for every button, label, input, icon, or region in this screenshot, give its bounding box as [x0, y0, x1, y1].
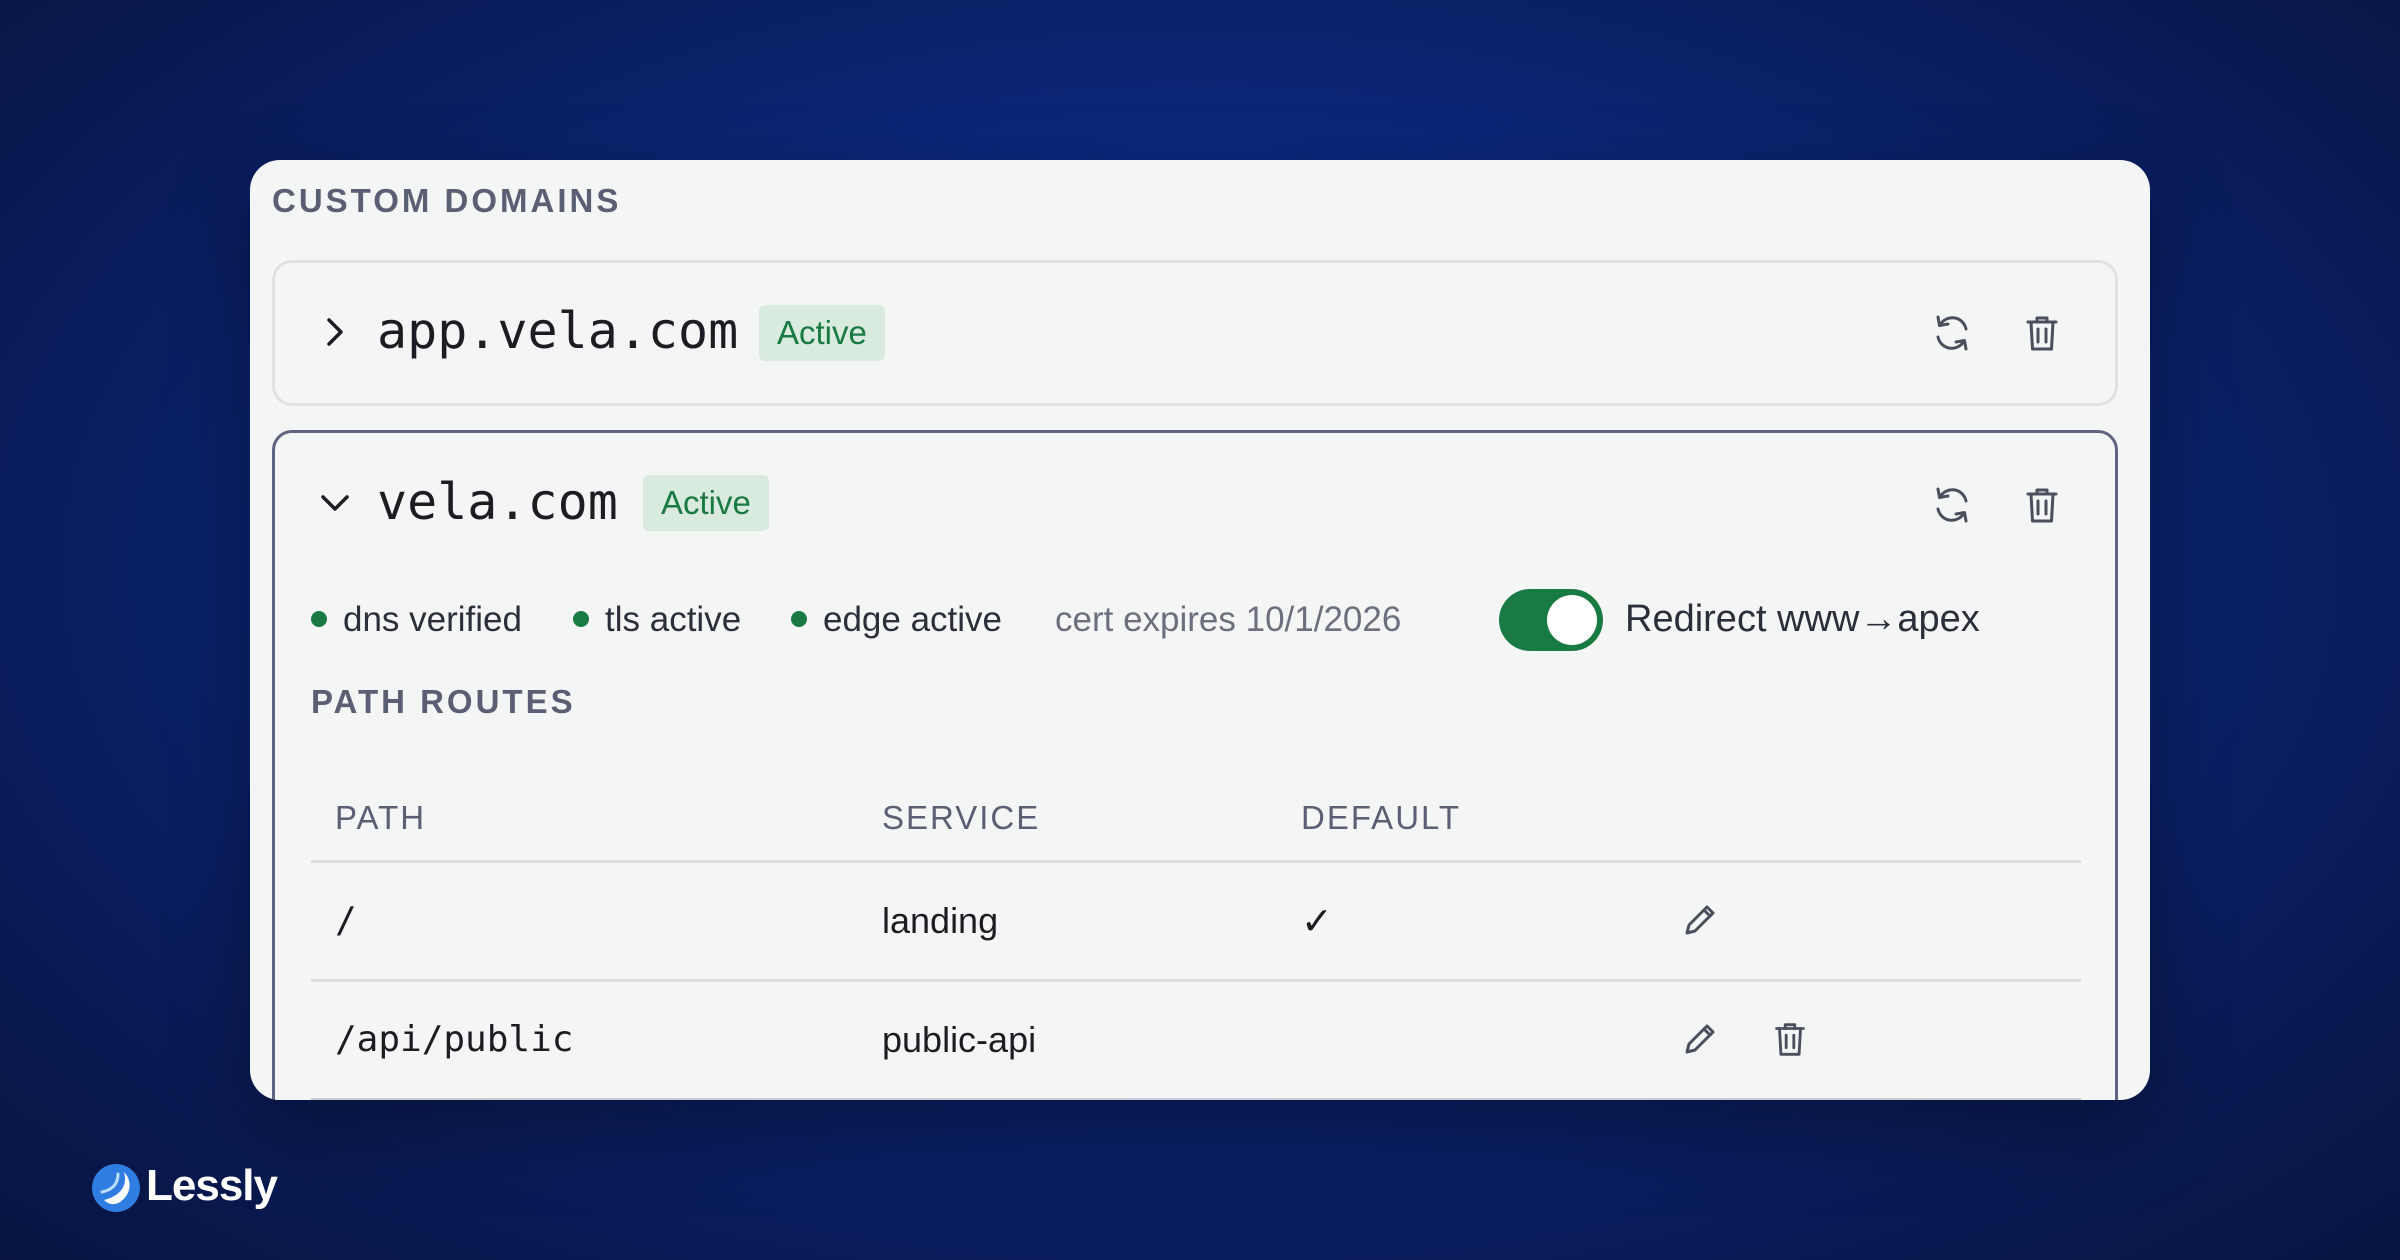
cert-expiry: cert expires 10/1/2026: [1055, 600, 1402, 639]
status-dns: dns verified: [311, 599, 522, 641]
table-header: PATH SERVICE DEFAULT: [311, 763, 2081, 863]
pencil-icon[interactable]: [1679, 899, 1721, 941]
status-tls: tls active: [573, 599, 741, 641]
status-dot: [791, 610, 807, 627]
status-dot: [573, 610, 589, 627]
column-default: DEFAULT: [1301, 799, 1462, 836]
chevron-down-icon[interactable]: [315, 483, 355, 523]
trash-icon[interactable]: [2020, 311, 2064, 355]
domain-row-vela[interactable]: vela.com Active dns verified tls active …: [272, 430, 2118, 1100]
status-badge: Active: [643, 475, 769, 531]
status-row: dns verified tls active edge active cert…: [311, 585, 2091, 655]
lessly-logo-icon: [90, 1162, 142, 1214]
trash-icon[interactable]: [1769, 1018, 1811, 1060]
column-path: PATH: [335, 799, 427, 836]
route-path: /: [335, 900, 357, 941]
pencil-icon[interactable]: [1679, 1018, 1721, 1060]
table-row: /api/public public-api: [311, 982, 2081, 1100]
redirect-toggle[interactable]: [1499, 589, 1603, 651]
route-path: /api/public: [335, 1019, 574, 1060]
column-service: SERVICE: [882, 799, 1041, 836]
domain-name: vela.com: [377, 473, 618, 531]
trash-icon[interactable]: [2020, 483, 2064, 527]
chevron-right-icon[interactable]: [315, 312, 355, 352]
refresh-icon[interactable]: [1930, 483, 1974, 527]
check-icon: ✓: [1301, 899, 1333, 943]
domain-row-app-vela[interactable]: app.vela.com Active: [272, 260, 2118, 406]
refresh-icon[interactable]: [1930, 311, 1974, 355]
redirect-label: Redirect www→apex: [1625, 598, 1980, 640]
route-service: landing: [882, 900, 999, 941]
custom-domains-card: CUSTOM DOMAINS app.vela.com Active vela.…: [250, 160, 2150, 1100]
section-title: CUSTOM DOMAINS: [272, 182, 622, 219]
status-badge: Active: [759, 305, 885, 361]
path-routes-title: PATH ROUTES: [311, 683, 576, 720]
domain-header[interactable]: app.vela.com Active: [275, 263, 2115, 403]
route-service: public-api: [882, 1019, 1037, 1060]
status-dot: [311, 610, 327, 627]
path-routes-table: PATH SERVICE DEFAULT / landing ✓ /api/pu…: [311, 763, 2081, 1100]
brand-name: Lessly: [146, 1161, 278, 1210]
table-row: / landing ✓: [311, 863, 2081, 982]
domain-name: app.vela.com: [377, 302, 739, 360]
domain-header[interactable]: vela.com Active: [275, 433, 2115, 573]
status-edge: edge active: [791, 599, 1002, 641]
toggle-knob: [1547, 595, 1597, 645]
